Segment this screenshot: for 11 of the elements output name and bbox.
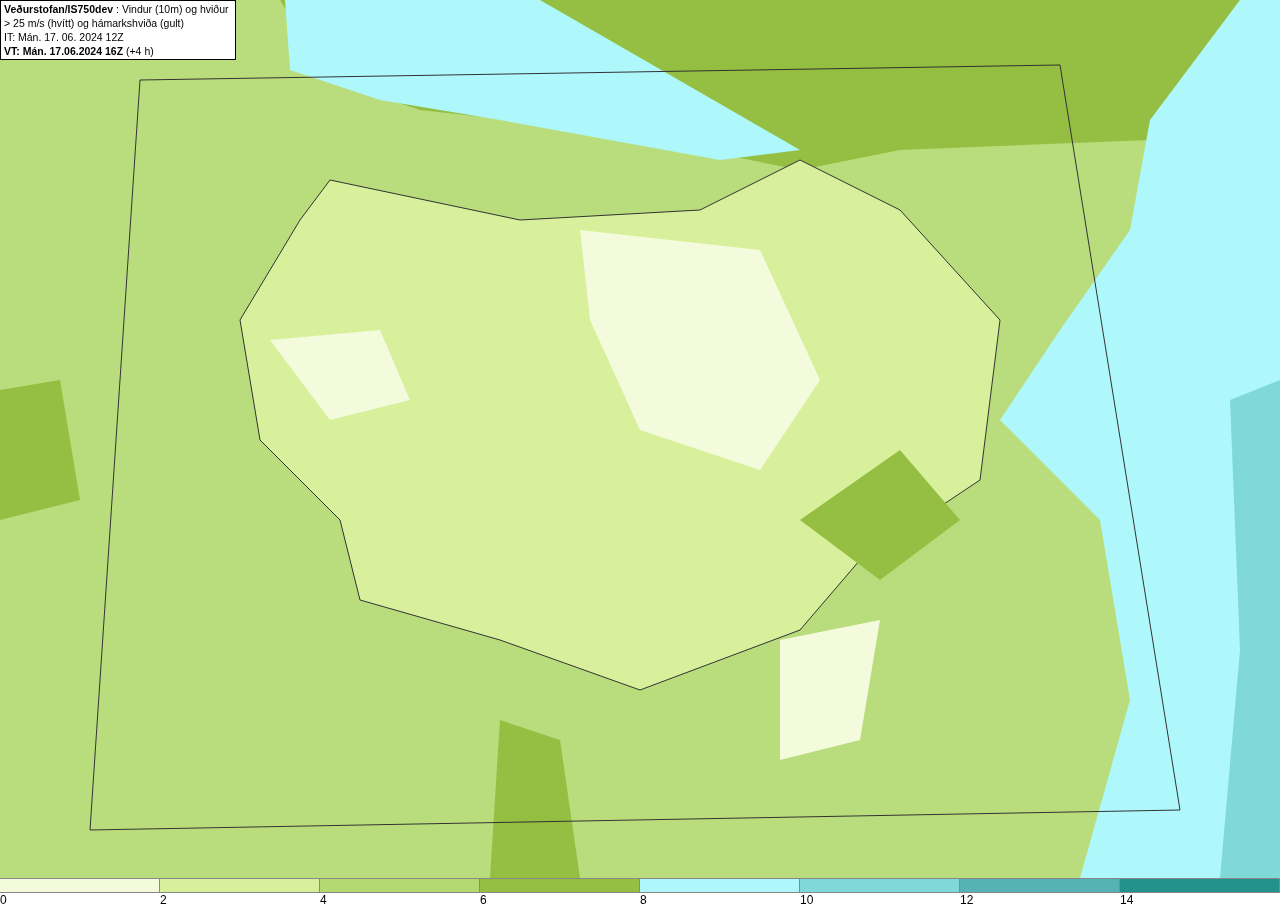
legend-tick-label: 6 xyxy=(480,893,487,907)
legend-tick-label: 0 xyxy=(0,893,7,907)
legend-tick-label: 14 xyxy=(1120,893,1134,907)
valid-time: VT: Mán. 17.06.2024 16Z (+4 h) xyxy=(4,44,155,58)
legend-tick-label: 10 xyxy=(800,893,814,907)
issue-time: IT: Mán. 17. 06. 2024 12Z xyxy=(4,30,125,44)
map-title: Veðurstofan/IS750dev : Vindur (10m) og hviður > 25 m/s (hvítt) og hámarkshviða (gult) xyxy=(4,2,230,30)
legend-tick-label: 2 xyxy=(160,893,167,907)
legend-tick-label: 4 xyxy=(320,893,327,907)
legend-tick-label: 12 xyxy=(960,893,974,907)
legend-tick-label: 8 xyxy=(640,893,647,907)
